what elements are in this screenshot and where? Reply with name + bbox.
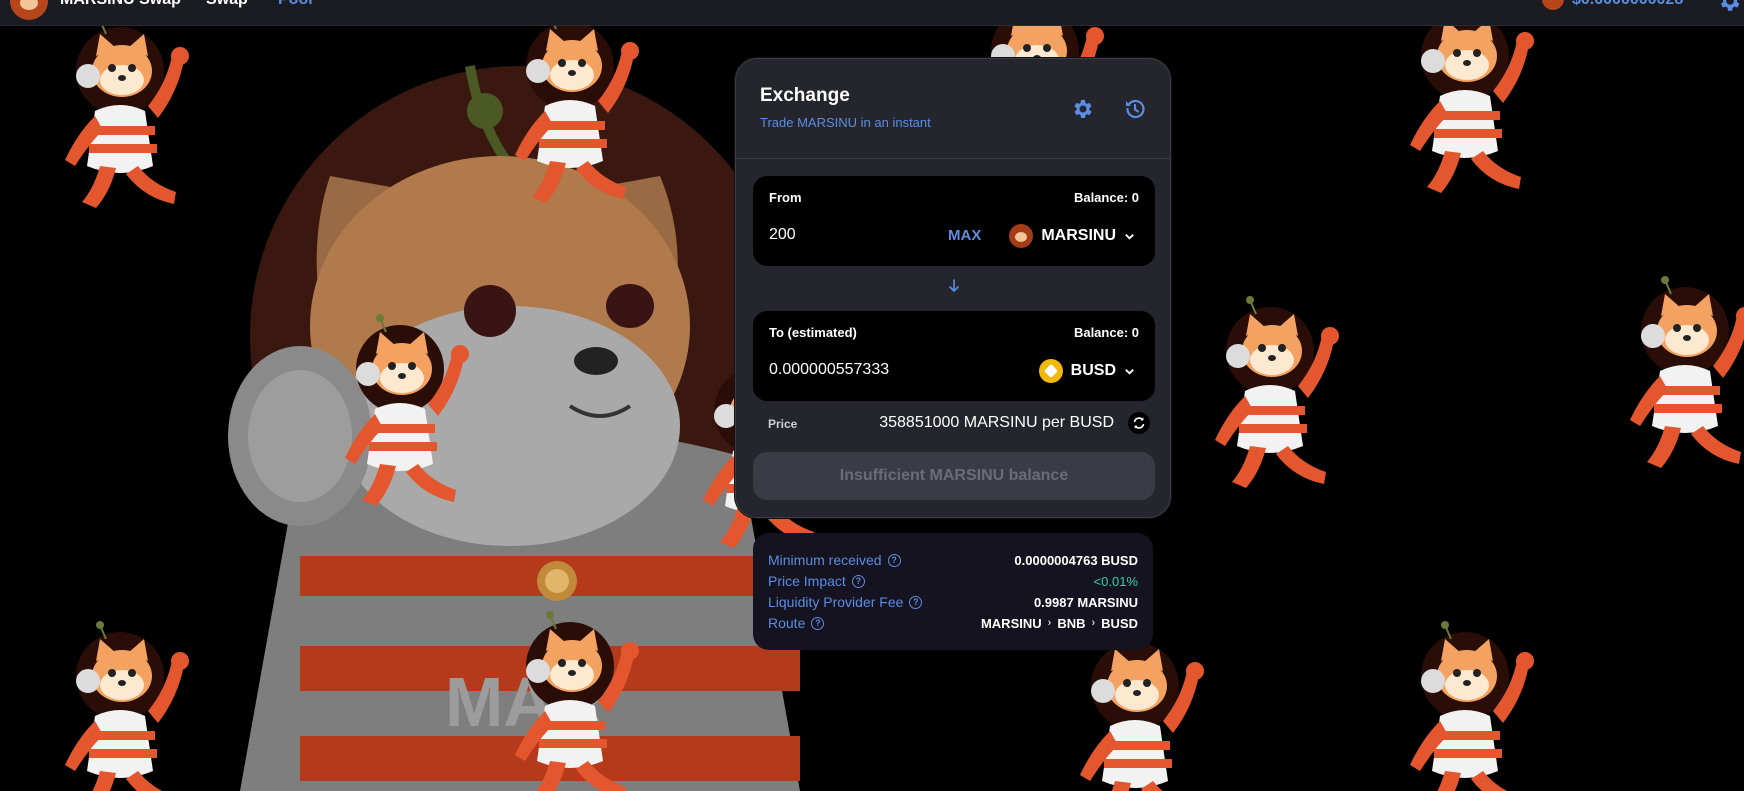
to-token-name: BUSD	[1070, 362, 1116, 379]
detail-row-liquidity-fee: Liquidity Provider Fee ? 0.9987 MARSINU	[768, 592, 1138, 612]
from-token-name: MARSINU	[1041, 227, 1116, 244]
chevron-right-icon: ›	[1091, 617, 1096, 629]
exchange-subtitle: Trade MARSINU in an instant	[760, 115, 931, 130]
trade-details-card: Minimum received ? 0.0000004763 BUSD Pri…	[753, 533, 1153, 650]
gear-icon[interactable]	[1716, 0, 1742, 14]
detail-label: Price Impact	[768, 573, 846, 589]
chevron-down-icon	[1125, 233, 1134, 240]
refresh-icon[interactable]	[1128, 412, 1150, 434]
route-token: BNB	[1057, 615, 1086, 631]
app-root: MAR MARSINU Swap Swap Pool	[0, 0, 1744, 791]
question-circle-icon[interactable]: ?	[851, 574, 865, 588]
chevron-right-icon: ›	[1047, 617, 1052, 629]
from-balance: Balance: 0	[1073, 190, 1139, 205]
to-token-select[interactable]: BUSD	[1038, 356, 1135, 386]
marsinu-token-icon	[1542, 0, 1564, 10]
from-panel: From Balance: 0 MAX MARSINU	[753, 176, 1155, 266]
detail-value: 0.9987 MARSINU	[1033, 594, 1138, 610]
from-token-select[interactable]: MARSINU	[1009, 221, 1135, 251]
detail-row-minimum-received: Minimum received ? 0.0000004763 BUSD	[768, 550, 1138, 570]
gear-icon[interactable]	[1070, 97, 1094, 121]
route-path: MARSINU › BNB › BUSD	[981, 616, 1138, 631]
exchange-title: Exchange	[760, 85, 850, 106]
route-token: BUSD	[1101, 615, 1138, 631]
question-circle-icon[interactable]: ?	[811, 616, 825, 630]
question-circle-icon[interactable]: ?	[909, 595, 923, 609]
detail-label: Minimum received	[768, 552, 882, 568]
history-icon[interactable]	[1123, 97, 1147, 121]
brand-name[interactable]: MARSINU Swap	[60, 0, 181, 9]
detail-value: <0.01%	[1093, 573, 1138, 589]
chevron-down-icon	[1125, 368, 1134, 375]
nav-link-pool[interactable]: Pool	[278, 0, 313, 9]
marsinu-logo-icon[interactable]	[10, 0, 48, 20]
top-navbar: MARSINU Swap Swap Pool $0.0000000028	[0, 0, 1744, 26]
nav-link-swap[interactable]: Swap	[206, 0, 248, 9]
detail-label: Route	[768, 615, 806, 631]
route-token: MARSINU	[980, 615, 1042, 631]
to-balance: Balance: 0	[1073, 325, 1139, 340]
from-label: From	[769, 190, 802, 205]
question-circle-icon[interactable]: ?	[887, 553, 901, 567]
to-panel: To (estimated) Balance: 0 BUSD	[753, 311, 1155, 401]
busd-token-icon	[1038, 359, 1063, 383]
price-value: 358851000 MARSINU per BUSD	[879, 414, 1114, 431]
exchange-header: Exchange Trade MARSINU in an instant	[736, 59, 1170, 159]
arrow-down-icon[interactable]	[945, 277, 963, 295]
detail-row-route: Route ? MARSINU › BNB › BUSD	[768, 613, 1138, 633]
marsinu-token-icon	[1009, 224, 1034, 248]
to-amount-input[interactable]	[769, 361, 939, 379]
from-amount-input[interactable]	[769, 226, 939, 244]
exchange-card: Exchange Trade MARSINU in an instant Fro…	[735, 58, 1171, 518]
token-price: $0.0000000028	[1572, 0, 1683, 9]
detail-label: Liquidity Provider Fee	[768, 594, 904, 610]
to-label: To (estimated)	[769, 325, 857, 340]
detail-row-price-impact: Price Impact ? <0.01%	[768, 571, 1138, 591]
detail-value: 0.0000004763 BUSD	[1014, 552, 1138, 568]
max-button[interactable]: MAX	[948, 227, 981, 244]
price-label: Price	[768, 417, 798, 431]
insufficient-balance-button[interactable]: Insufficient MARSINU balance	[753, 452, 1155, 500]
